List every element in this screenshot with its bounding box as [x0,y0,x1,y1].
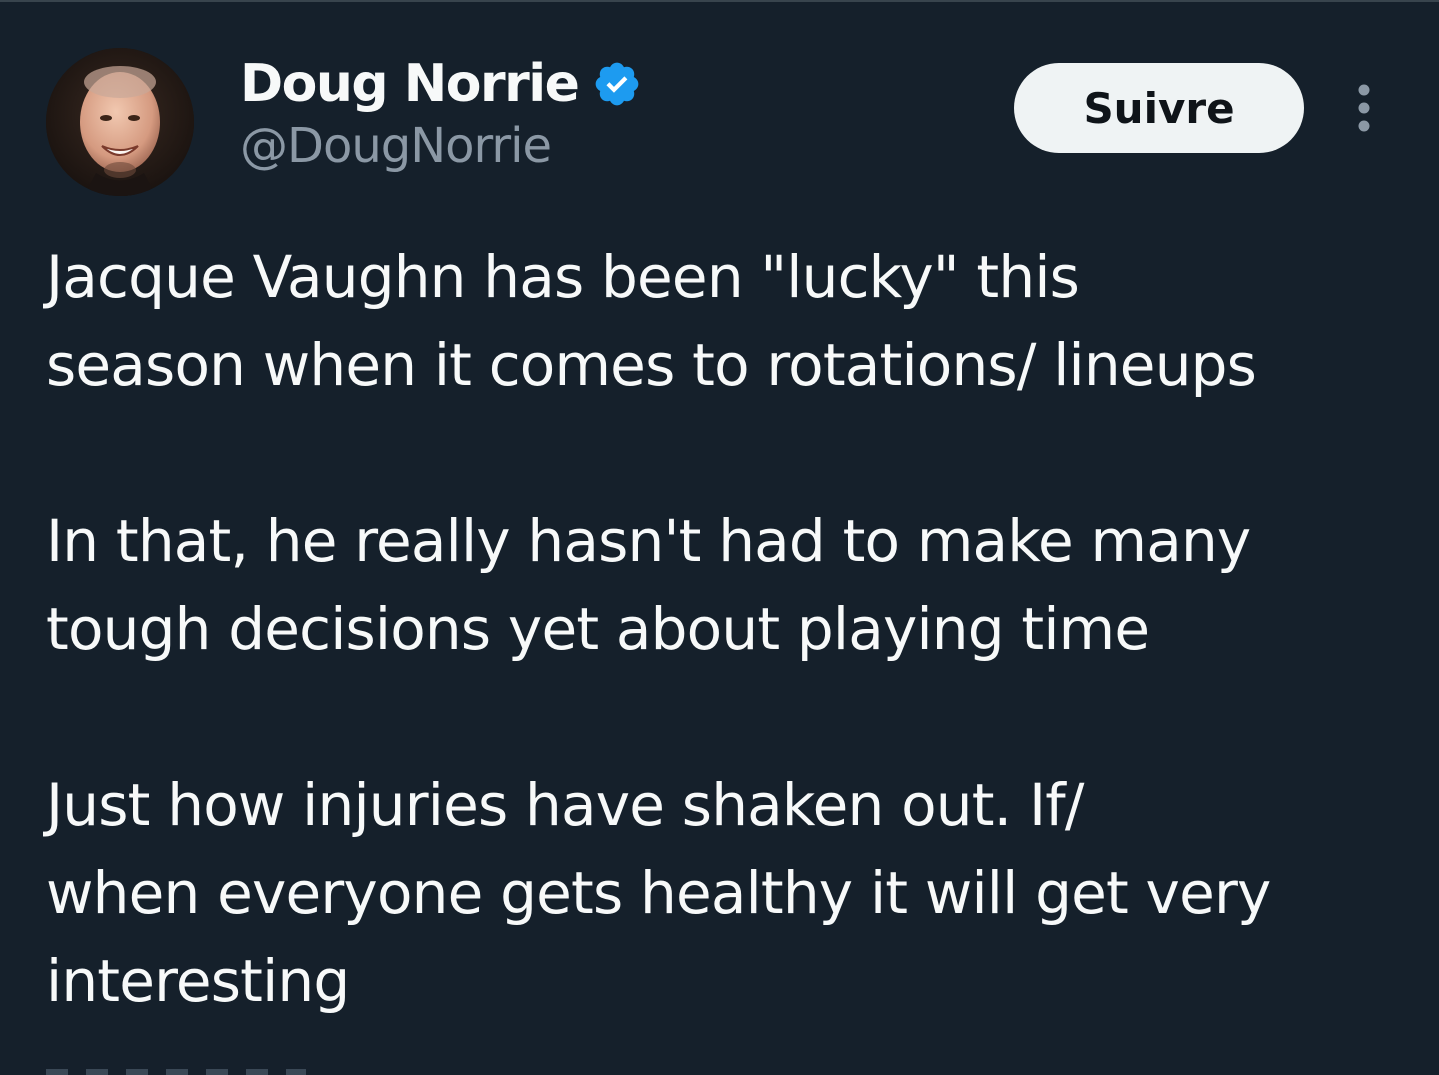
author-display-name[interactable]: Doug Norrie [240,54,580,114]
more-vertical-icon[interactable] [1340,78,1388,138]
tweet-line: Just how injuries have shaken out. If/ [46,771,1084,839]
tweet-line: tough decisions yet about playing time [46,595,1150,663]
tweet-line: In that, he really hasn't had to make ma… [46,507,1251,575]
follow-button[interactable]: Suivre [1014,63,1304,153]
tweet-paragraph: Jacque Vaughn has been "lucky" this seas… [46,233,1426,409]
cropped-content [46,1062,346,1075]
top-divider [0,0,1439,2]
tweet-line: Jacque Vaughn has been "lucky" this [46,243,1080,311]
tweet-line: season when it comes to rotations/ lineu… [46,331,1257,399]
tweet-card: Doug Norrie @DougNorrie Suivre Jacque Va… [0,0,1439,1075]
avatar[interactable] [46,48,194,196]
tweet-paragraph: Just how injuries have shaken out. If/ w… [46,761,1426,1025]
avatar-photo [46,48,194,196]
tweet-text: Jacque Vaughn has been "lucky" this seas… [46,233,1426,1025]
verified-badge-icon[interactable] [592,59,642,109]
tweet-line: when everyone gets healthy it will get v… [46,859,1271,927]
author-name-row: Doug Norrie [240,54,642,114]
author-info: Doug Norrie @DougNorrie [240,54,642,174]
tweet-line: interesting [46,947,350,1015]
tweet-paragraph: In that, he really hasn't had to make ma… [46,497,1426,673]
author-handle[interactable]: @DougNorrie [240,118,642,174]
